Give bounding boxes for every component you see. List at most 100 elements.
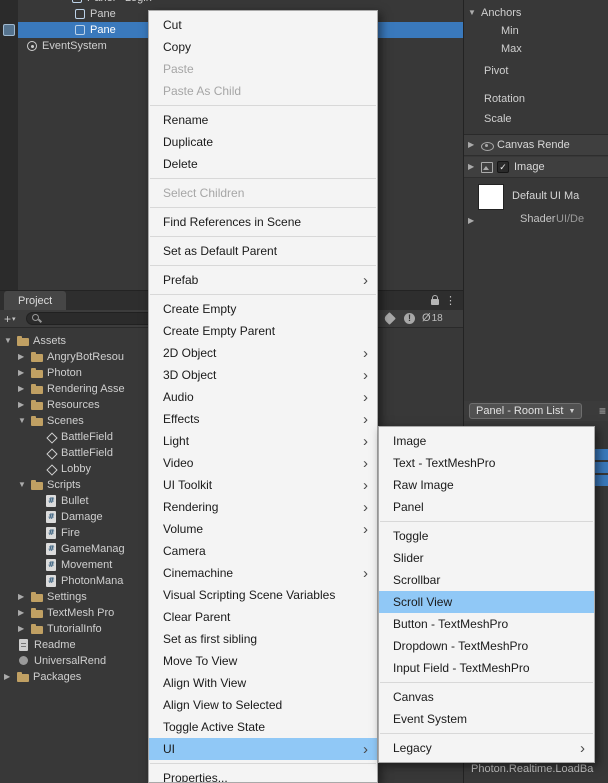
menu-item-paste: Paste — [149, 58, 377, 80]
menu-item-prefab[interactable]: Prefab › — [149, 269, 377, 291]
submenu-item-toggle[interactable]: Toggle — [379, 525, 594, 547]
menu-item-create-empty[interactable]: Create Empty — [149, 298, 377, 320]
submenu-item-scroll-view[interactable]: Scroll View — [379, 591, 594, 613]
foldout-icon[interactable]: ▼ — [18, 477, 31, 493]
burger-menu-icon[interactable]: ≡ — [599, 404, 606, 418]
menu-item-ui-toolkit[interactable]: UI Toolkit › — [149, 474, 377, 496]
foldout-icon[interactable]: ▶ — [18, 621, 31, 637]
menu-item-camera[interactable]: Camera — [149, 540, 377, 562]
canvas-renderer-header[interactable]: ▶ Canvas Rende — [464, 135, 608, 156]
menu-item-toggle-active-state[interactable]: Toggle Active State — [149, 716, 377, 738]
search-icon — [32, 313, 41, 324]
panel-icon — [71, 0, 83, 4]
foldout-icon[interactable]: ▶ — [18, 365, 31, 381]
menu-item-align-with-view[interactable]: Align With View — [149, 672, 377, 694]
scale-row: Scale — [464, 111, 608, 127]
hidden-count-badge[interactable]: Ø 18 — [422, 312, 443, 324]
menu-item-label: Cut — [163, 18, 182, 32]
menu-item-duplicate[interactable]: Duplicate — [149, 131, 377, 153]
foldout-icon[interactable]: ▼ — [468, 5, 481, 21]
image-enabled-checkbox[interactable]: ✓ — [497, 161, 509, 173]
menu-item-visual-scripting-scene-variables[interactable]: Visual Scripting Scene Variables — [149, 584, 377, 606]
caret-down-icon: ▼ — [568, 407, 576, 415]
menu-item-label: Canvas — [393, 690, 434, 704]
lock-icon[interactable] — [431, 295, 439, 305]
tab-project[interactable]: Project — [4, 291, 67, 310]
menu-item-move-to-view[interactable]: Move To View — [149, 650, 377, 672]
menu-item-properties[interactable]: Properties... — [149, 767, 377, 783]
menu-item-copy[interactable]: Copy — [149, 36, 377, 58]
menu-item-label: Duplicate — [163, 135, 214, 149]
menu-item-clear-parent[interactable]: Clear Parent — [149, 606, 377, 628]
submenu-item-button-textmeshpro[interactable]: Button - TextMeshPro — [379, 613, 594, 635]
menu-item-rendering[interactable]: Rendering › — [149, 496, 377, 518]
scene-icon — [45, 431, 57, 443]
submenu-item-panel[interactable]: Panel — [379, 496, 594, 518]
menu-item-label: Toggle — [393, 529, 429, 543]
menu-item-volume[interactable]: Volume › — [149, 518, 377, 540]
foldout-icon[interactable]: ▶ — [18, 349, 31, 365]
foldout-icon[interactable]: ▶ — [468, 137, 481, 153]
menu-item-light[interactable]: Light › — [149, 430, 377, 452]
type-filter-icon[interactable]: ! — [404, 313, 415, 324]
menu-item-label: Find References in Scene — [163, 215, 302, 229]
menu-item-find-references-in-scene[interactable]: Find References in Scene — [149, 211, 377, 233]
menu-separator — [150, 265, 376, 266]
menu-item-label: Select Children — [163, 186, 245, 200]
submenu-item-raw-image[interactable]: Raw Image — [379, 474, 594, 496]
shader-dropdown[interactable]: UI/De — [556, 213, 584, 225]
menu-item-delete[interactable]: Delete — [149, 153, 377, 175]
foldout-icon[interactable]: ▼ — [4, 333, 17, 349]
material-swatch[interactable] — [478, 184, 504, 210]
menu-item-label: Button - TextMeshPro — [393, 617, 509, 631]
image-component-header[interactable]: ▶ ✓ Image — [464, 157, 608, 178]
max-label: Max — [501, 43, 522, 55]
submenu-item-legacy[interactable]: Legacy › — [379, 737, 594, 759]
foldout-icon[interactable]: ▶ — [18, 589, 31, 605]
menu-item-cinemachine[interactable]: Cinemachine › — [149, 562, 377, 584]
label-filter-icon[interactable] — [383, 312, 396, 325]
window-icon[interactable] — [3, 24, 15, 36]
menu-item-create-empty-parent[interactable]: Create Empty Parent — [149, 320, 377, 342]
foldout-icon[interactable]: ▶ — [468, 213, 481, 229]
kebab-menu-icon[interactable]: ⋮ — [445, 294, 456, 307]
menu-item-align-view-to-selected[interactable]: Align View to Selected — [149, 694, 377, 716]
menu-item-set-as-first-sibling[interactable]: Set as first sibling — [149, 628, 377, 650]
submenu-item-dropdown-textmeshpro[interactable]: Dropdown - TextMeshPro — [379, 635, 594, 657]
foldout-icon[interactable]: ▶ — [4, 669, 17, 685]
menu-item-label: Image — [393, 434, 427, 448]
menu-item-label: Properties... — [163, 771, 228, 783]
foldout-icon[interactable]: ▼ — [18, 413, 31, 429]
menu-item-2d-object[interactable]: 2D Object › — [149, 342, 377, 364]
foldout-icon[interactable]: ▶ — [18, 381, 31, 397]
submenu-item-scrollbar[interactable]: Scrollbar — [379, 569, 594, 591]
room-list-dropdown[interactable]: Panel - Room List ▼ — [469, 403, 583, 419]
create-asset-button[interactable]: + ▾ — [4, 312, 16, 326]
foldout-icon[interactable]: ▶ — [18, 605, 31, 621]
rotation-label: Rotation — [484, 93, 525, 105]
menu-item-label: Toggle Active State — [163, 720, 266, 734]
submenu-item-image[interactable]: Image — [379, 430, 594, 452]
foldout-icon[interactable]: ▶ — [468, 159, 481, 175]
menu-separator — [150, 105, 376, 106]
menu-item-3d-object[interactable]: 3D Object › — [149, 364, 377, 386]
menu-item-rename[interactable]: Rename — [149, 109, 377, 131]
project-item-label: Scripts — [47, 479, 81, 491]
submenu-item-text-textmeshpro[interactable]: Text - TextMeshPro — [379, 452, 594, 474]
unity-editor-window: ▼ Panel - Login Pane Pane EventSystem Projec… — [0, 0, 608, 783]
submenu-item-slider[interactable]: Slider — [379, 547, 594, 569]
menu-item-audio[interactable]: Audio › — [149, 386, 377, 408]
menu-item-video[interactable]: Video › — [149, 452, 377, 474]
submenu-item-event-system[interactable]: Event System — [379, 708, 594, 730]
project-item-label: TextMesh Pro — [47, 607, 115, 619]
project-item-label: Resources — [47, 399, 100, 411]
foldout-icon[interactable]: ▶ — [18, 397, 31, 413]
folder-icon — [17, 671, 29, 683]
submenu-item-canvas[interactable]: Canvas — [379, 686, 594, 708]
menu-item-set-as-default-parent[interactable]: Set as Default Parent — [149, 240, 377, 262]
submenu-item-input-field-textmeshpro[interactable]: Input Field - TextMeshPro — [379, 657, 594, 679]
menu-item-label: Rename — [163, 113, 209, 127]
menu-item-ui[interactable]: UI › — [149, 738, 377, 760]
menu-item-cut[interactable]: Cut — [149, 14, 377, 36]
menu-item-effects[interactable]: Effects › — [149, 408, 377, 430]
